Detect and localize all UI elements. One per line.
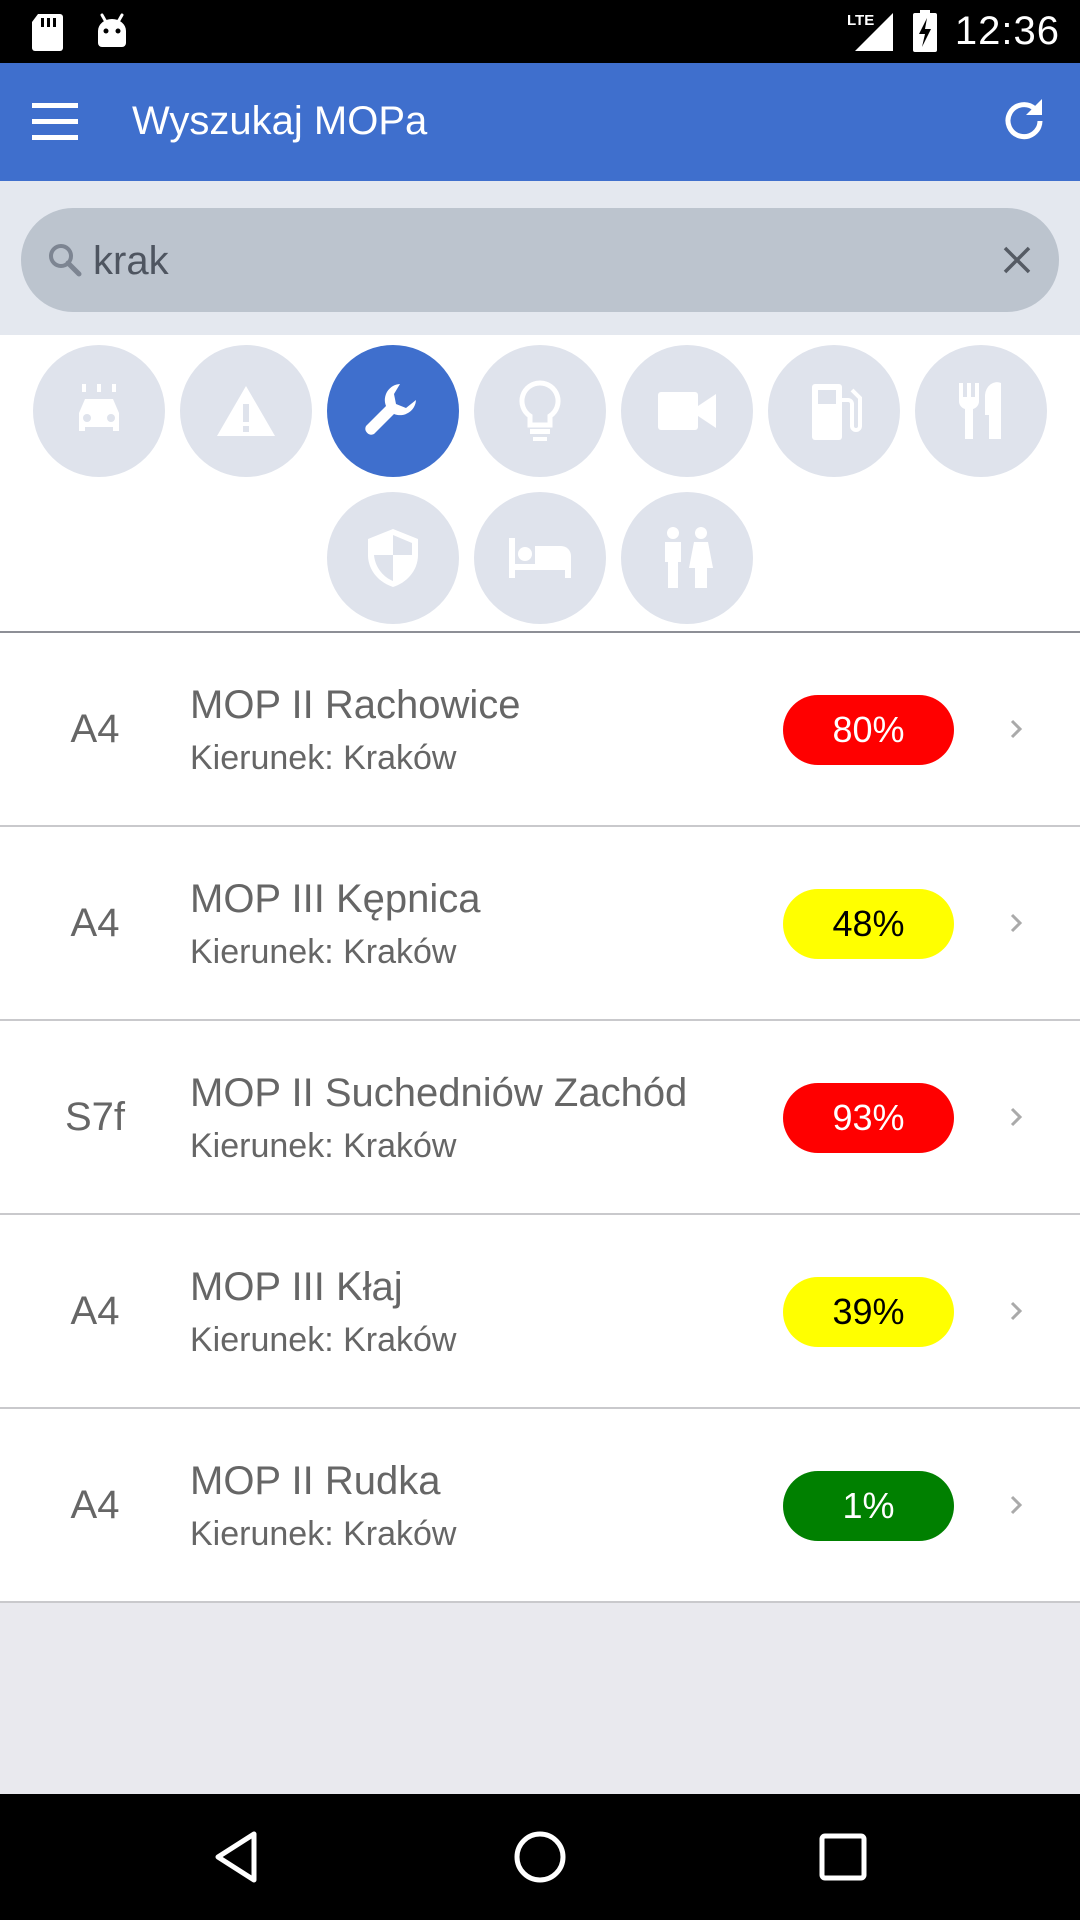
road-label: A4 [70, 1483, 120, 1527]
search-input[interactable] [91, 230, 975, 292]
direction-label: Kierunek: Kraków [190, 1321, 457, 1359]
occupancy-badge: 1% [783, 1471, 954, 1541]
filter-lighting[interactable] [474, 345, 606, 477]
security-shield-icon [368, 529, 418, 587]
bed-icon [509, 538, 571, 578]
filter-accommodation[interactable] [474, 492, 606, 624]
filter-toilet[interactable] [621, 492, 753, 624]
road-label: A4 [70, 1289, 120, 1333]
clock: 12:36 [954, 8, 1060, 53]
results-list: A4 MOP II Rachowice Kierunek: Kraków 80%… [0, 633, 1080, 1603]
chevron-right-icon [1010, 1495, 1023, 1515]
status-bar: LTE 12:36 [0, 0, 1080, 63]
page-title: Wyszukaj MOPa [132, 99, 428, 143]
list-item[interactable]: S7f MOP II Suchedniów Zachód Kierunek: K… [0, 1021, 1080, 1215]
sd-card-icon [32, 14, 63, 51]
direction-label: Kierunek: Kraków [190, 933, 457, 971]
list-item[interactable]: A4 MOP II Rachowice Kierunek: Kraków 80% [0, 633, 1080, 827]
mop-name: MOP II Rudka [190, 1459, 441, 1503]
home-icon[interactable] [507, 1824, 573, 1890]
lightbulb-icon [519, 380, 561, 441]
filter-panel [0, 335, 1080, 633]
toilet-icon [665, 527, 713, 588]
recents-icon[interactable] [810, 1824, 876, 1890]
chevron-right-icon [1010, 1301, 1023, 1321]
search-icon [49, 244, 82, 277]
filter-fuel[interactable] [768, 345, 900, 477]
chevron-right-icon [1010, 913, 1023, 933]
direction-label: Kierunek: Kraków [190, 739, 457, 777]
app-bar: Wyszukaj MOPa [0, 63, 1080, 181]
list-item[interactable]: A4 MOP III Kępnica Kierunek: Kraków 48% [0, 827, 1080, 1021]
occupancy-badge: 93% [783, 1083, 954, 1153]
back-icon[interactable] [204, 1824, 270, 1890]
occupancy-badge: 48% [783, 889, 954, 959]
lte-signal-icon: LTE [847, 12, 893, 51]
mop-name: MOP III Kępnica [190, 877, 481, 921]
fuel-pump-icon [812, 384, 862, 440]
chevron-right-icon [1010, 1107, 1023, 1127]
direction-label: Kierunek: Kraków [190, 1515, 457, 1553]
road-label: A4 [70, 707, 120, 751]
occupancy-badge: 80% [783, 695, 954, 765]
direction-label: Kierunek: Kraków [190, 1127, 457, 1165]
road-label: A4 [70, 901, 120, 945]
list-item[interactable]: A4 MOP III Kłaj Kierunek: Kraków 39% [0, 1215, 1080, 1409]
hamburger-menu-icon[interactable] [28, 99, 82, 145]
car-wash-icon [79, 384, 119, 431]
battery-charging-icon [912, 10, 937, 52]
road-label: S7f [64, 1095, 126, 1139]
filter-security[interactable] [327, 492, 459, 624]
filter-restaurant[interactable] [915, 345, 1047, 477]
video-camera-icon [658, 392, 716, 430]
refresh-icon[interactable] [996, 93, 1052, 149]
filter-service[interactable] [327, 345, 459, 477]
clear-search-icon[interactable] [999, 242, 1035, 278]
navigation-bar [0, 1794, 1080, 1920]
android-icon [98, 13, 126, 47]
filter-car-wash[interactable] [33, 345, 165, 477]
restaurant-icon [958, 382, 1001, 439]
search-area [0, 181, 1080, 335]
warning-icon [217, 386, 275, 436]
mop-name: MOP II Suchedniów Zachód [190, 1071, 688, 1115]
chevron-right-icon [1010, 719, 1023, 739]
occupancy-badge: 39% [783, 1277, 954, 1347]
svg-text:LTE: LTE [847, 12, 874, 29]
list-item[interactable]: A4 MOP II Rudka Kierunek: Kraków 1% [0, 1409, 1080, 1603]
mop-name: MOP III Kłaj [190, 1265, 403, 1309]
mop-name: MOP II Rachowice [190, 683, 521, 727]
filter-monitoring[interactable] [621, 345, 753, 477]
wrench-icon [365, 384, 416, 435]
filter-warning[interactable] [180, 345, 312, 477]
search-bar[interactable] [21, 208, 1059, 312]
